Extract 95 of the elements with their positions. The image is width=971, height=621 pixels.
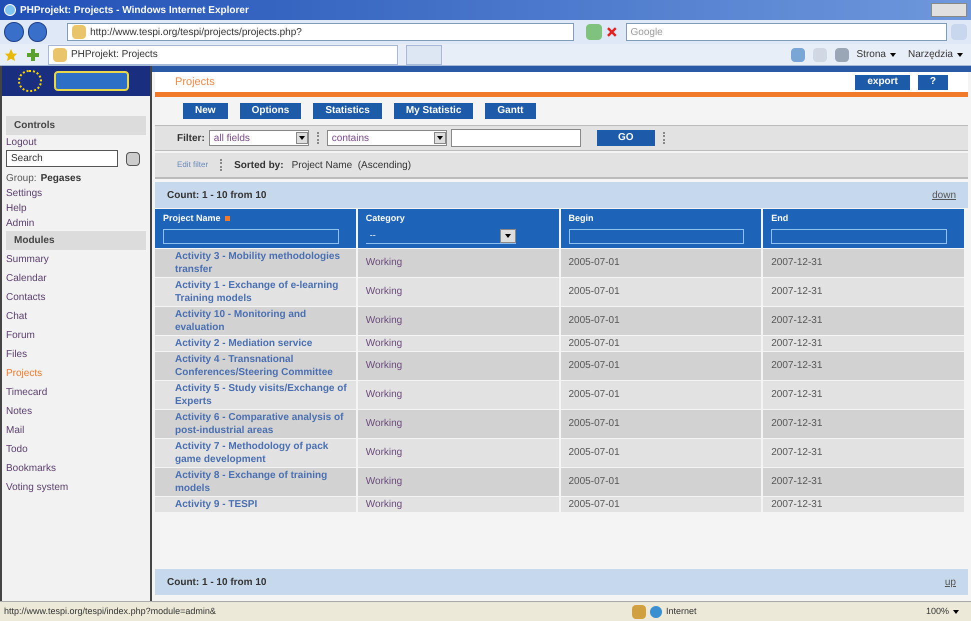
- module-link[interactable]: Bookmarks: [6, 461, 146, 476]
- table-cell: 2005-07-01: [560, 278, 762, 306]
- table-cell: 2007-12-31: [763, 306, 964, 334]
- table-cell: Working: [358, 468, 558, 496]
- module-link[interactable]: Summary: [6, 252, 146, 267]
- table-cell: Working: [358, 248, 558, 276]
- table-cell: Working: [358, 306, 558, 334]
- module-link[interactable]: Calendar: [6, 271, 146, 286]
- toolbar-menu[interactable]: Narzędzia: [908, 47, 953, 62]
- module-link[interactable]: Todo: [6, 442, 146, 457]
- table-cell: 2007-12-31: [763, 352, 964, 380]
- record-count: Count: 1 - 10 from 10: [167, 188, 266, 202]
- table-cell: 2005-07-01: [560, 336, 762, 350]
- table-cell: Working: [358, 278, 558, 306]
- up-link[interactable]: up: [944, 574, 956, 590]
- star-icon[interactable]: [4, 48, 18, 62]
- header-button[interactable]: ?: [918, 74, 948, 90]
- table-cell: Working: [358, 438, 558, 466]
- table-cell: 2007-12-31: [763, 410, 964, 438]
- column-header[interactable]: Category --: [358, 209, 558, 248]
- action-button[interactable]: Statistics: [313, 103, 382, 119]
- filter-value-field[interactable]: [450, 129, 581, 147]
- column-header[interactable]: End: [763, 209, 964, 248]
- module-link[interactable]: Timecard: [6, 385, 146, 400]
- browser-tab[interactable]: PHProjekt: Projects: [48, 44, 398, 64]
- table-cell: 2005-07-01: [560, 468, 762, 496]
- module-link[interactable]: Notes: [6, 404, 146, 419]
- table-cell: 2007-12-31: [763, 380, 964, 408]
- module-link[interactable]: Contacts: [6, 290, 146, 305]
- action-button[interactable]: Options: [240, 103, 302, 119]
- field-select[interactable]: all fields: [208, 130, 309, 146]
- plus-icon[interactable]: [26, 48, 40, 62]
- module-link[interactable]: Voting system: [6, 480, 146, 495]
- table-cell: 2007-12-31: [763, 278, 964, 306]
- sidebar-link[interactable]: Admin: [6, 216, 146, 231]
- go-button[interactable]: GO: [596, 130, 655, 146]
- section-heading: Modules: [6, 231, 146, 250]
- action-button[interactable]: New: [183, 103, 228, 119]
- module-link[interactable]: Chat: [6, 309, 146, 324]
- group-label: Group:: [6, 172, 37, 186]
- sorted-by-label: Sorted by:: [234, 158, 284, 172]
- record-count: Count: 1 - 10 from 10: [167, 576, 266, 590]
- sidebar-link[interactable]: Settings: [6, 186, 146, 201]
- table-cell: Working: [358, 496, 558, 512]
- toolbar-menu[interactable]: Strona: [856, 47, 886, 62]
- caret-icon[interactable]: [890, 52, 896, 56]
- module-link[interactable]: Mail: [6, 423, 146, 438]
- sorted-by-value: Project Name (Ascending): [292, 158, 412, 172]
- table-cell: 2005-07-01: [560, 410, 762, 438]
- status-url: http://www.tespi.org/tespi/index.php?module=admin&: [4, 604, 217, 618]
- web-search-field[interactable]: Google: [626, 23, 948, 41]
- filter-label: Filter:: [177, 132, 205, 146]
- address-field[interactable]: http://www.tespi.org/tespi/projects/projects.php?: [67, 23, 574, 41]
- group-name: Pegases: [40, 172, 82, 186]
- stop-icon[interactable]: [606, 26, 618, 38]
- table-cell: 2007-12-31: [763, 496, 964, 512]
- caret-icon[interactable]: [957, 52, 963, 56]
- stars-logo-icon: [18, 70, 42, 92]
- table-cell: 2005-07-01: [560, 306, 762, 334]
- table-cell: 2005-07-01: [560, 248, 762, 276]
- category-select[interactable]: --: [366, 228, 516, 244]
- table-cell: 2005-07-01: [560, 380, 762, 408]
- table-cell: Working: [358, 352, 558, 380]
- sidebar-link[interactable]: Help: [6, 201, 146, 216]
- section-heading: Controls: [6, 116, 146, 135]
- zoom-level[interactable]: 100%: [926, 604, 949, 618]
- column-filter-field[interactable]: [568, 228, 744, 244]
- table-cell: 2007-12-31: [763, 336, 964, 350]
- table-cell: 2007-12-31: [763, 438, 964, 466]
- logout-link[interactable]: Logout: [6, 135, 146, 150]
- column-filter-field[interactable]: [771, 228, 947, 244]
- table-cell: 2005-07-01: [560, 438, 762, 466]
- caret-icon[interactable]: [953, 610, 959, 614]
- window-title: PHProjekt: Projects - Windows Internet Explorer: [20, 4, 250, 18]
- table-cell: 2005-07-01: [560, 496, 762, 512]
- table-cell: Working: [358, 336, 558, 350]
- table-cell: 2005-07-01: [560, 352, 762, 380]
- action-button[interactable]: Gantt: [485, 103, 536, 119]
- column-header[interactable]: Begin: [560, 209, 762, 248]
- table-cell: 2007-12-31: [763, 468, 964, 496]
- column-filter-field[interactable]: [163, 228, 338, 244]
- table-cell: Working: [358, 410, 558, 438]
- sidebar-search-field[interactable]: Search: [6, 150, 118, 167]
- module-link[interactable]: Forum: [6, 328, 146, 343]
- table-cell: Working: [358, 380, 558, 408]
- module-link[interactable]: Files: [6, 347, 146, 362]
- header-button[interactable]: export: [855, 74, 910, 90]
- down-link[interactable]: down: [932, 188, 956, 202]
- zone-label: Internet: [666, 604, 698, 618]
- column-header[interactable]: Project Name: [155, 209, 356, 248]
- action-button[interactable]: My Statistic: [394, 103, 474, 119]
- operator-select[interactable]: contains: [326, 130, 447, 146]
- table-cell: 2007-12-31: [763, 248, 964, 276]
- page-title: Projects: [175, 74, 216, 90]
- sort-icon: [224, 216, 230, 222]
